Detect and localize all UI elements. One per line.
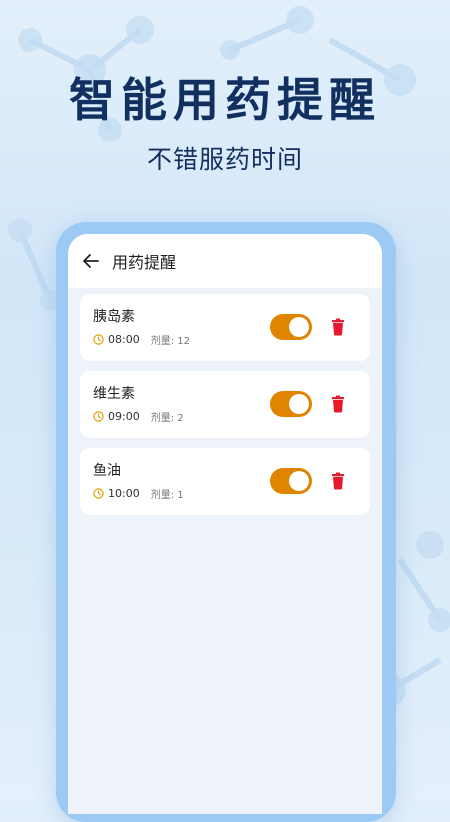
trash-icon xyxy=(332,318,344,336)
app-header: 用药提醒 xyxy=(68,234,382,288)
clock-icon xyxy=(93,334,104,345)
reminder-dose: 剂量: 1 xyxy=(150,490,184,501)
app-screen: 用药提醒 胰岛素 08:00 剂量: 12 维生素 09:00 剂量: 2 鱼油… xyxy=(68,234,382,814)
clock-icon xyxy=(93,411,104,422)
arrow-left-icon xyxy=(83,254,99,268)
reminder-card-vitamin[interactable]: 维生素 09:00 剂量: 2 xyxy=(80,371,370,438)
reminder-time: 08:00 xyxy=(108,333,140,346)
delete-button[interactable] xyxy=(330,318,346,336)
toggle-knob xyxy=(289,471,309,491)
trash-icon xyxy=(332,472,344,490)
page-title: 用药提醒 xyxy=(112,253,177,272)
medicine-name: 鱼油 xyxy=(93,463,121,479)
reminder-card-fish-oil[interactable]: 鱼油 10:00 剂量: 1 xyxy=(80,448,370,515)
reminder-dose: 剂量: 12 xyxy=(150,336,190,347)
reminder-meta: 09:00 剂量: 2 xyxy=(93,409,184,424)
medicine-name: 维生素 xyxy=(93,386,135,402)
promo-headline: 智能用药提醒 xyxy=(69,73,381,127)
toggle-knob xyxy=(289,394,309,414)
reminder-toggle[interactable] xyxy=(270,468,312,494)
reminder-meta: 08:00 剂量: 12 xyxy=(93,332,190,347)
clock-icon xyxy=(93,488,104,499)
reminder-dose: 剂量: 2 xyxy=(150,413,184,424)
reminder-card-insulin[interactable]: 胰岛素 08:00 剂量: 12 xyxy=(80,294,370,361)
reminder-meta: 10:00 剂量: 1 xyxy=(93,486,184,501)
delete-button[interactable] xyxy=(330,395,346,413)
reminder-time: 09:00 xyxy=(108,410,140,423)
reminder-toggle[interactable] xyxy=(270,391,312,417)
medicine-name: 胰岛素 xyxy=(93,309,135,325)
toggle-knob xyxy=(289,317,309,337)
reminder-toggle[interactable] xyxy=(270,314,312,340)
back-button[interactable] xyxy=(80,250,102,272)
delete-button[interactable] xyxy=(330,472,346,490)
reminder-list: 胰岛素 08:00 剂量: 12 维生素 09:00 剂量: 2 鱼油 10:0… xyxy=(68,288,382,515)
reminder-time: 10:00 xyxy=(108,487,140,500)
promo-subline: 不错服药时间 xyxy=(146,145,303,174)
trash-icon xyxy=(332,395,344,413)
